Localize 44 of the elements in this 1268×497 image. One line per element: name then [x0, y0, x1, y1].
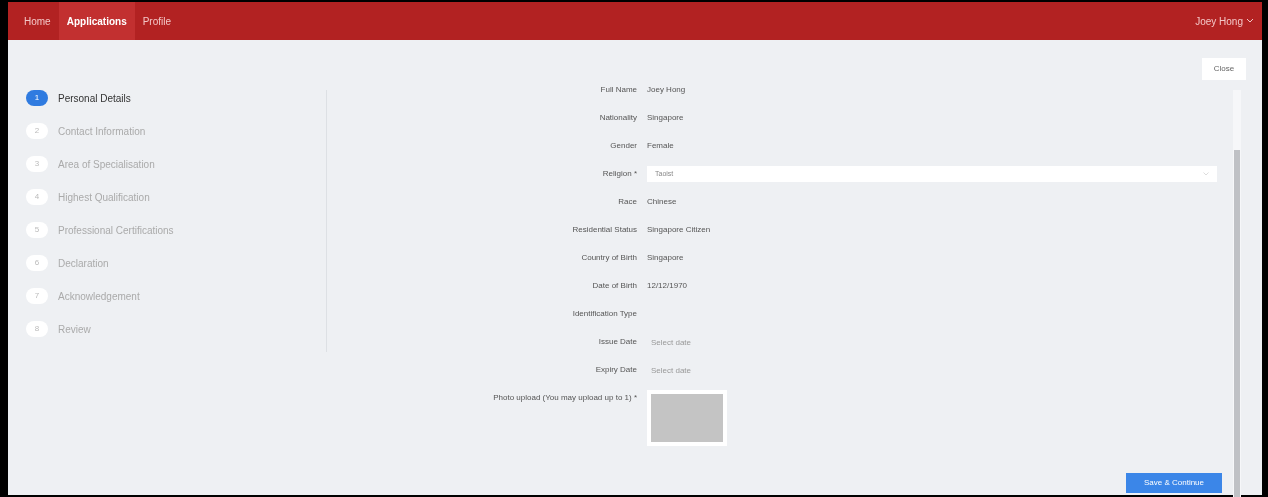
date-field[interactable]: Select date	[647, 334, 719, 350]
step-label: Highest Qualification	[58, 190, 150, 205]
field-label: Full Name	[599, 84, 637, 96]
field-label: Religion *	[601, 168, 637, 180]
step-number: 1	[26, 90, 48, 106]
chevron-down-icon	[1203, 172, 1209, 176]
field-label: Country of Birth	[580, 252, 637, 264]
field-value: Singapore	[647, 112, 684, 124]
nav-tab[interactable]: Applications	[58, 2, 135, 40]
field-label: Date of Birth	[591, 280, 637, 292]
step-label: Declaration	[58, 256, 109, 271]
user-menu[interactable]: Joey Hong	[1195, 13, 1254, 29]
step-label: Personal Details	[58, 91, 131, 106]
chevron-down-icon	[1246, 18, 1254, 24]
field-label: Photo upload (You may upload up to 1) *	[492, 392, 637, 404]
step-number: 4	[26, 189, 48, 205]
field-value: Singapore	[647, 252, 684, 264]
nav-tab[interactable]: Home	[16, 2, 59, 40]
step-label: Acknowledgement	[58, 289, 140, 304]
step-label: Contact Information	[58, 124, 146, 139]
step-item[interactable]: 2 Contact Information	[26, 119, 326, 143]
field-label: Expiry Date	[594, 364, 637, 376]
field-label: Gender	[609, 140, 637, 152]
step-label: Professional Certifications	[58, 223, 174, 238]
save-continue-button[interactable]: Save & Continue	[1126, 473, 1222, 493]
field-value: Female	[647, 140, 674, 152]
field-label: Issue Date	[597, 336, 637, 348]
step-item[interactable]: 4 Highest Qualification	[26, 185, 326, 209]
field-value: 12/12/1970	[647, 280, 688, 292]
step-label: Area of Specialisation	[58, 157, 155, 172]
field-label: Identification Type	[571, 308, 637, 320]
photo-upload-box[interactable]	[647, 390, 727, 446]
date-field[interactable]: Select date	[647, 362, 719, 378]
step-number: 2	[26, 123, 48, 139]
field-label: Race	[617, 196, 637, 208]
field-label: Residential Status	[571, 224, 637, 236]
step-item[interactable]: 1 Personal Details	[26, 86, 326, 110]
field-label: Nationality	[598, 112, 637, 124]
close-button[interactable]: Close	[1202, 58, 1246, 80]
step-label: Review	[58, 322, 91, 337]
field-value: Chinese	[647, 196, 677, 208]
field-value: Singapore Citizen	[647, 224, 711, 236]
field-value: Joey Hong	[647, 84, 686, 96]
nav-tab[interactable]: Profile	[134, 2, 180, 40]
